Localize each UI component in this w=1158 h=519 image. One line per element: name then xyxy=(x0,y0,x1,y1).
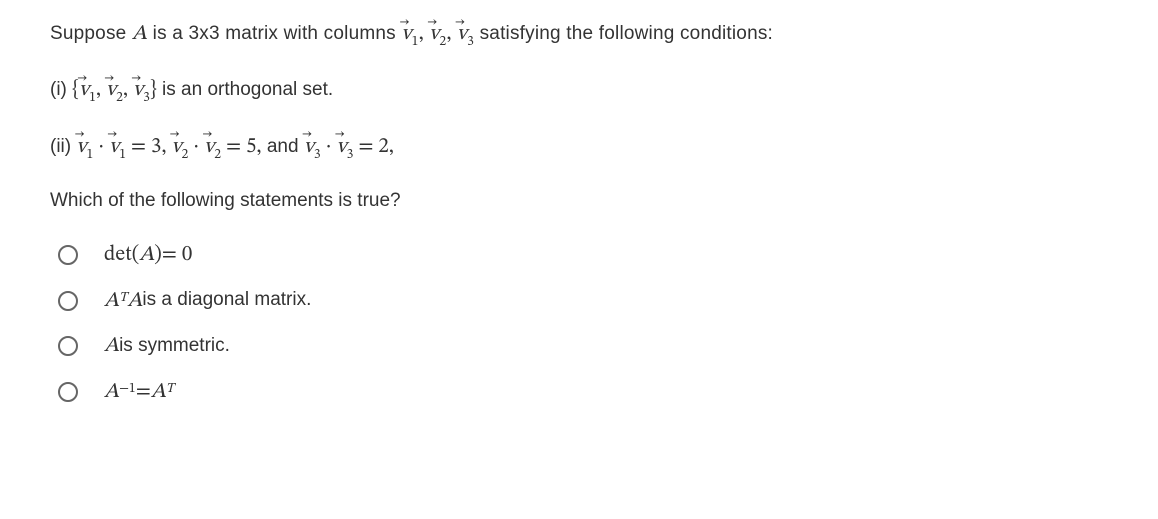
radio-icon xyxy=(58,245,78,265)
T-d: T xyxy=(166,380,174,401)
comma2: , xyxy=(446,23,456,44)
c2-s3b: 3 xyxy=(347,149,354,162)
vec-v3: v xyxy=(457,18,467,50)
sub-3: 3 xyxy=(467,36,474,49)
A-b2: A xyxy=(127,285,142,317)
option-c[interactable]: A is symmetric. xyxy=(58,330,1108,362)
c2-eq2: = 5, xyxy=(221,136,262,157)
sub-1: 1 xyxy=(412,36,419,49)
radio-icon xyxy=(58,336,78,356)
c1-s2: 2 xyxy=(116,92,123,105)
vec-v2: v xyxy=(429,18,439,50)
option-c-label: A is symmetric. xyxy=(104,330,230,362)
option-b-label: ATA is a diagonal matrix. xyxy=(104,285,311,317)
question-stem: Suppose A is a 3x3 matrix with columns v… xyxy=(50,18,1108,52)
neg1-d: −1 xyxy=(119,380,136,401)
c2-dot2: · xyxy=(188,136,204,157)
c1-v2: v xyxy=(106,74,116,106)
c2-s2b: 2 xyxy=(214,149,221,162)
c2-s3a: 3 xyxy=(314,149,321,162)
c2-s2a: 2 xyxy=(182,149,189,162)
c2-and: and xyxy=(262,136,304,157)
sub-2: 2 xyxy=(439,36,446,49)
c2-v2a: v xyxy=(171,131,181,163)
c2-s1b: 1 xyxy=(119,149,126,162)
lbrace: { xyxy=(72,79,79,100)
cond2-label: (ii) xyxy=(50,136,76,157)
option-d[interactable]: A−1 = AT xyxy=(58,376,1108,408)
c2-eq3: = 2, xyxy=(353,136,394,157)
A-d2: A xyxy=(151,376,166,408)
A-c: A xyxy=(104,330,119,362)
option-d-label: A−1 = AT xyxy=(104,376,174,408)
c2-eq1: = 3, xyxy=(126,136,171,157)
option-a[interactable]: det(A) = 0 xyxy=(58,239,1108,271)
options-group: det(A) = 0 ATA is a diagonal matrix. A i… xyxy=(50,239,1108,407)
option-a-label: det(A) = 0 xyxy=(104,239,192,271)
cond1-post: is an orthogonal set. xyxy=(157,79,333,100)
eq-a: = 0 xyxy=(162,239,192,271)
lparen: ( xyxy=(132,239,140,271)
A-d1: A xyxy=(104,376,119,408)
c1-v3: v xyxy=(133,74,143,106)
c2-v1a: v xyxy=(76,131,86,163)
c2-v2b: v xyxy=(204,131,214,163)
post-c: is symmetric. xyxy=(119,332,230,361)
c1-comma2: , xyxy=(123,79,133,100)
rparen: ) xyxy=(154,239,162,271)
c2-dot3: · xyxy=(321,136,337,157)
c1-v1: v xyxy=(79,74,89,106)
rbrace: } xyxy=(150,79,157,100)
c2-v1b: v xyxy=(109,131,119,163)
c1-comma1: , xyxy=(96,79,106,100)
stem-pre: Suppose xyxy=(50,23,132,44)
comma1: , xyxy=(419,23,429,44)
vec-v1: v xyxy=(401,18,411,50)
c2-s1a: 1 xyxy=(87,149,94,162)
option-b[interactable]: ATA is a diagonal matrix. xyxy=(58,285,1108,317)
matrix-A: A xyxy=(132,23,147,44)
condition-i: (i) {v1, v2, v3} is an orthogonal set. xyxy=(50,74,1108,108)
c1-s3: 3 xyxy=(143,92,150,105)
stem-post: satisfying the following conditions: xyxy=(474,23,773,44)
stem-mid1: is a 3x3 matrix with columns xyxy=(147,23,401,44)
question-prompt: Which of the following statements is tru… xyxy=(50,187,1108,216)
A-a: A xyxy=(139,239,154,271)
cond1-label: (i) xyxy=(50,79,72,100)
condition-ii: (ii) v1 · v1 = 3, v2 · v2 = 5, and v3 · … xyxy=(50,131,1108,165)
A-b1: A xyxy=(104,285,119,317)
c2-dot1: · xyxy=(93,136,109,157)
radio-icon xyxy=(58,291,78,311)
post-b: is a diagonal matrix. xyxy=(142,286,311,315)
det-text: det xyxy=(104,239,132,271)
T-b: T xyxy=(119,289,127,310)
c1-s1: 1 xyxy=(89,92,96,105)
eq-d: = xyxy=(136,376,151,408)
c2-v3b: v xyxy=(337,131,347,163)
c2-v3a: v xyxy=(304,131,314,163)
radio-icon xyxy=(58,382,78,402)
